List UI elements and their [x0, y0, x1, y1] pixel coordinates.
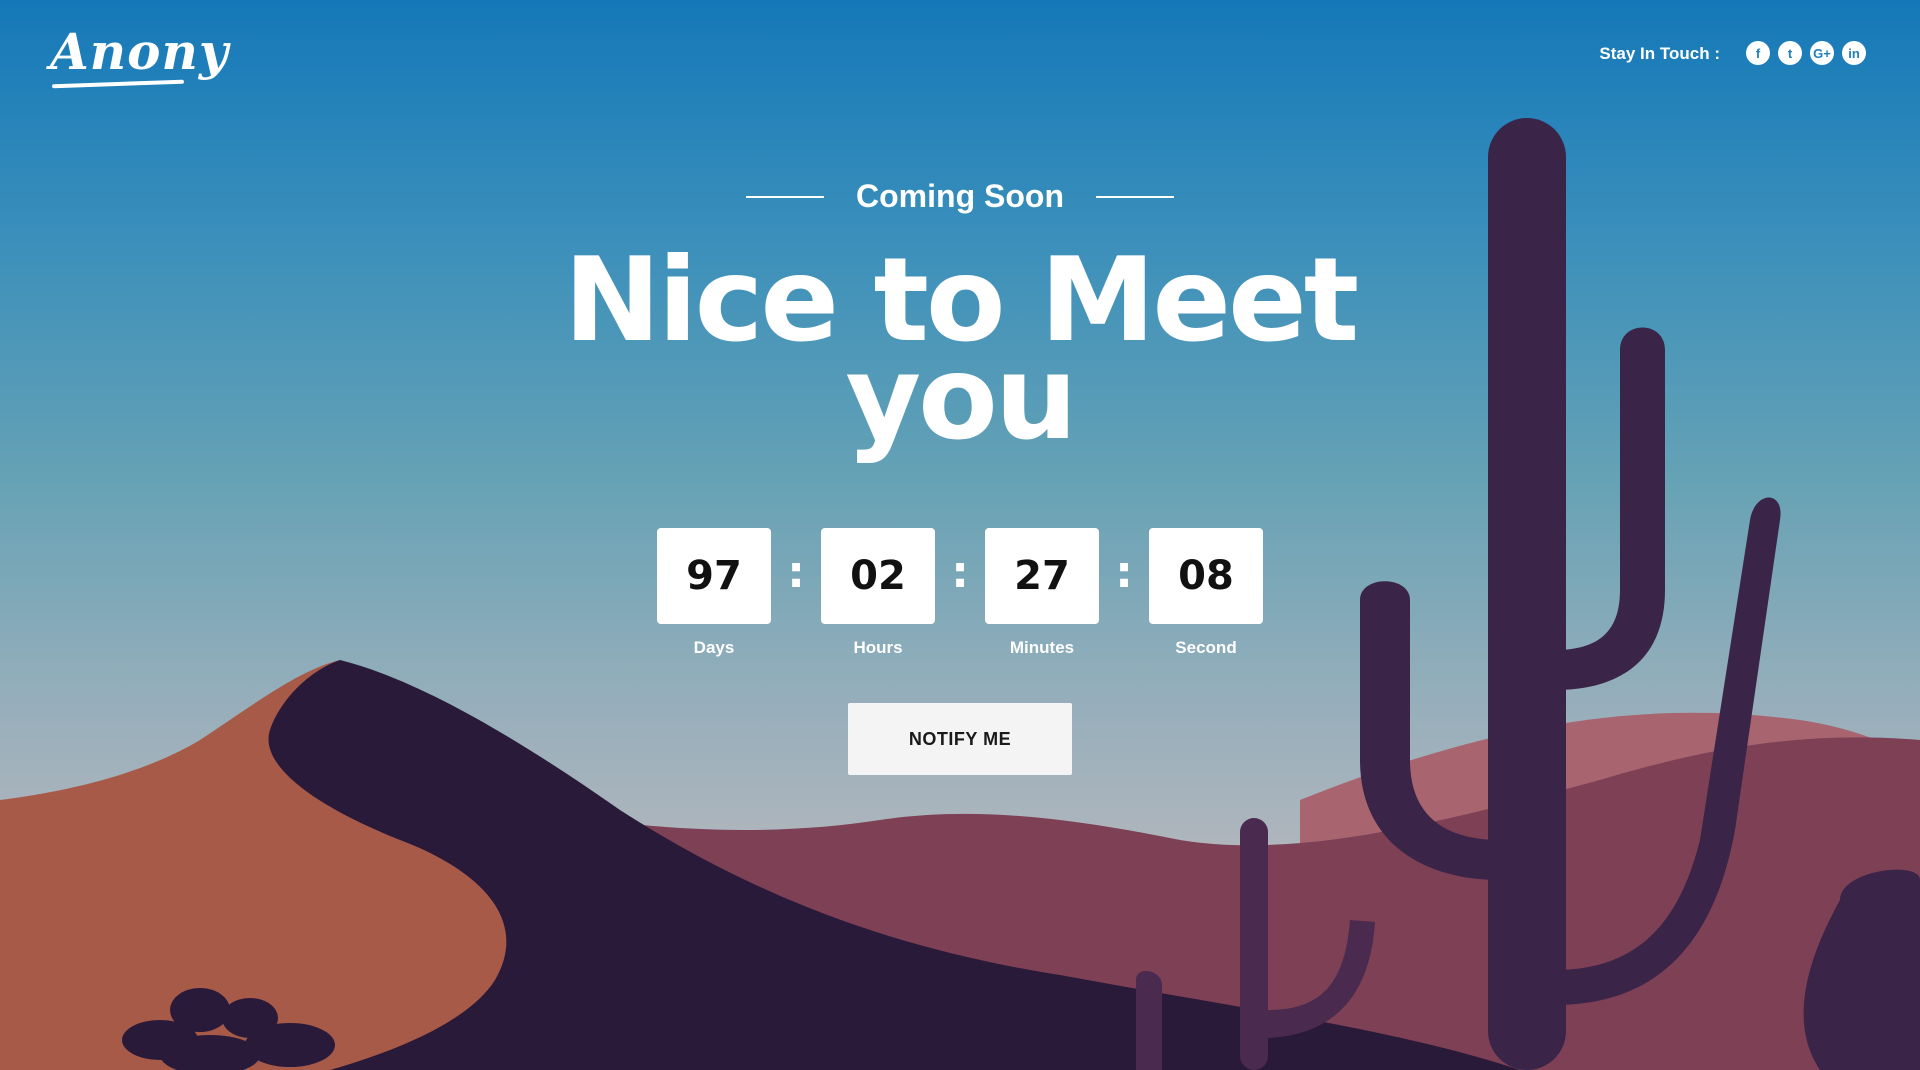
- divider-left: [746, 195, 825, 198]
- countdown-timer: 97 Days : 02 Hours : 27 Minutes : 08 Sec…: [0, 528, 1920, 658]
- hours-label: Hours: [853, 638, 903, 657]
- countdown-separator: :: [951, 547, 969, 598]
- page-title: Nice to Meet you: [0, 243, 1920, 466]
- headline-line-2: you: [845, 331, 1078, 466]
- hours-value: 02: [821, 528, 935, 624]
- countdown-hours: 02 Hours: [821, 528, 935, 658]
- seconds-value: 08: [1149, 528, 1263, 624]
- site-header: Anony Stay In Touch : f t G+ in: [0, 0, 1920, 110]
- stay-in-touch-label: Stay In Touch :: [1599, 44, 1720, 63]
- divider-right: [1095, 195, 1174, 198]
- countdown-separator: :: [787, 547, 805, 598]
- logo[interactable]: Anony: [50, 22, 229, 81]
- countdown-separator: :: [1115, 547, 1133, 598]
- seconds-label: Second: [1175, 638, 1237, 657]
- twitter-icon[interactable]: t: [1778, 41, 1802, 65]
- coming-soon-eyebrow: Coming Soon: [856, 178, 1064, 214]
- countdown-seconds: 08 Second: [1149, 528, 1263, 658]
- minutes-label: Minutes: [1009, 638, 1075, 657]
- google-plus-icon[interactable]: G+: [1810, 41, 1834, 65]
- minutes-value: 27: [985, 528, 1099, 624]
- days-value: 97: [657, 528, 771, 624]
- facebook-icon[interactable]: f: [1746, 41, 1770, 65]
- countdown-minutes: 27 Minutes: [985, 528, 1099, 658]
- countdown-days: 97 Days: [657, 528, 771, 658]
- coming-soon-row: Coming Soon: [0, 178, 1920, 215]
- days-label: Days: [693, 638, 735, 657]
- notify-me-button[interactable]: NOTIFY ME: [848, 703, 1072, 775]
- linkedin-icon[interactable]: in: [1842, 41, 1866, 65]
- social-links: f t G+ in: [1746, 41, 1866, 65]
